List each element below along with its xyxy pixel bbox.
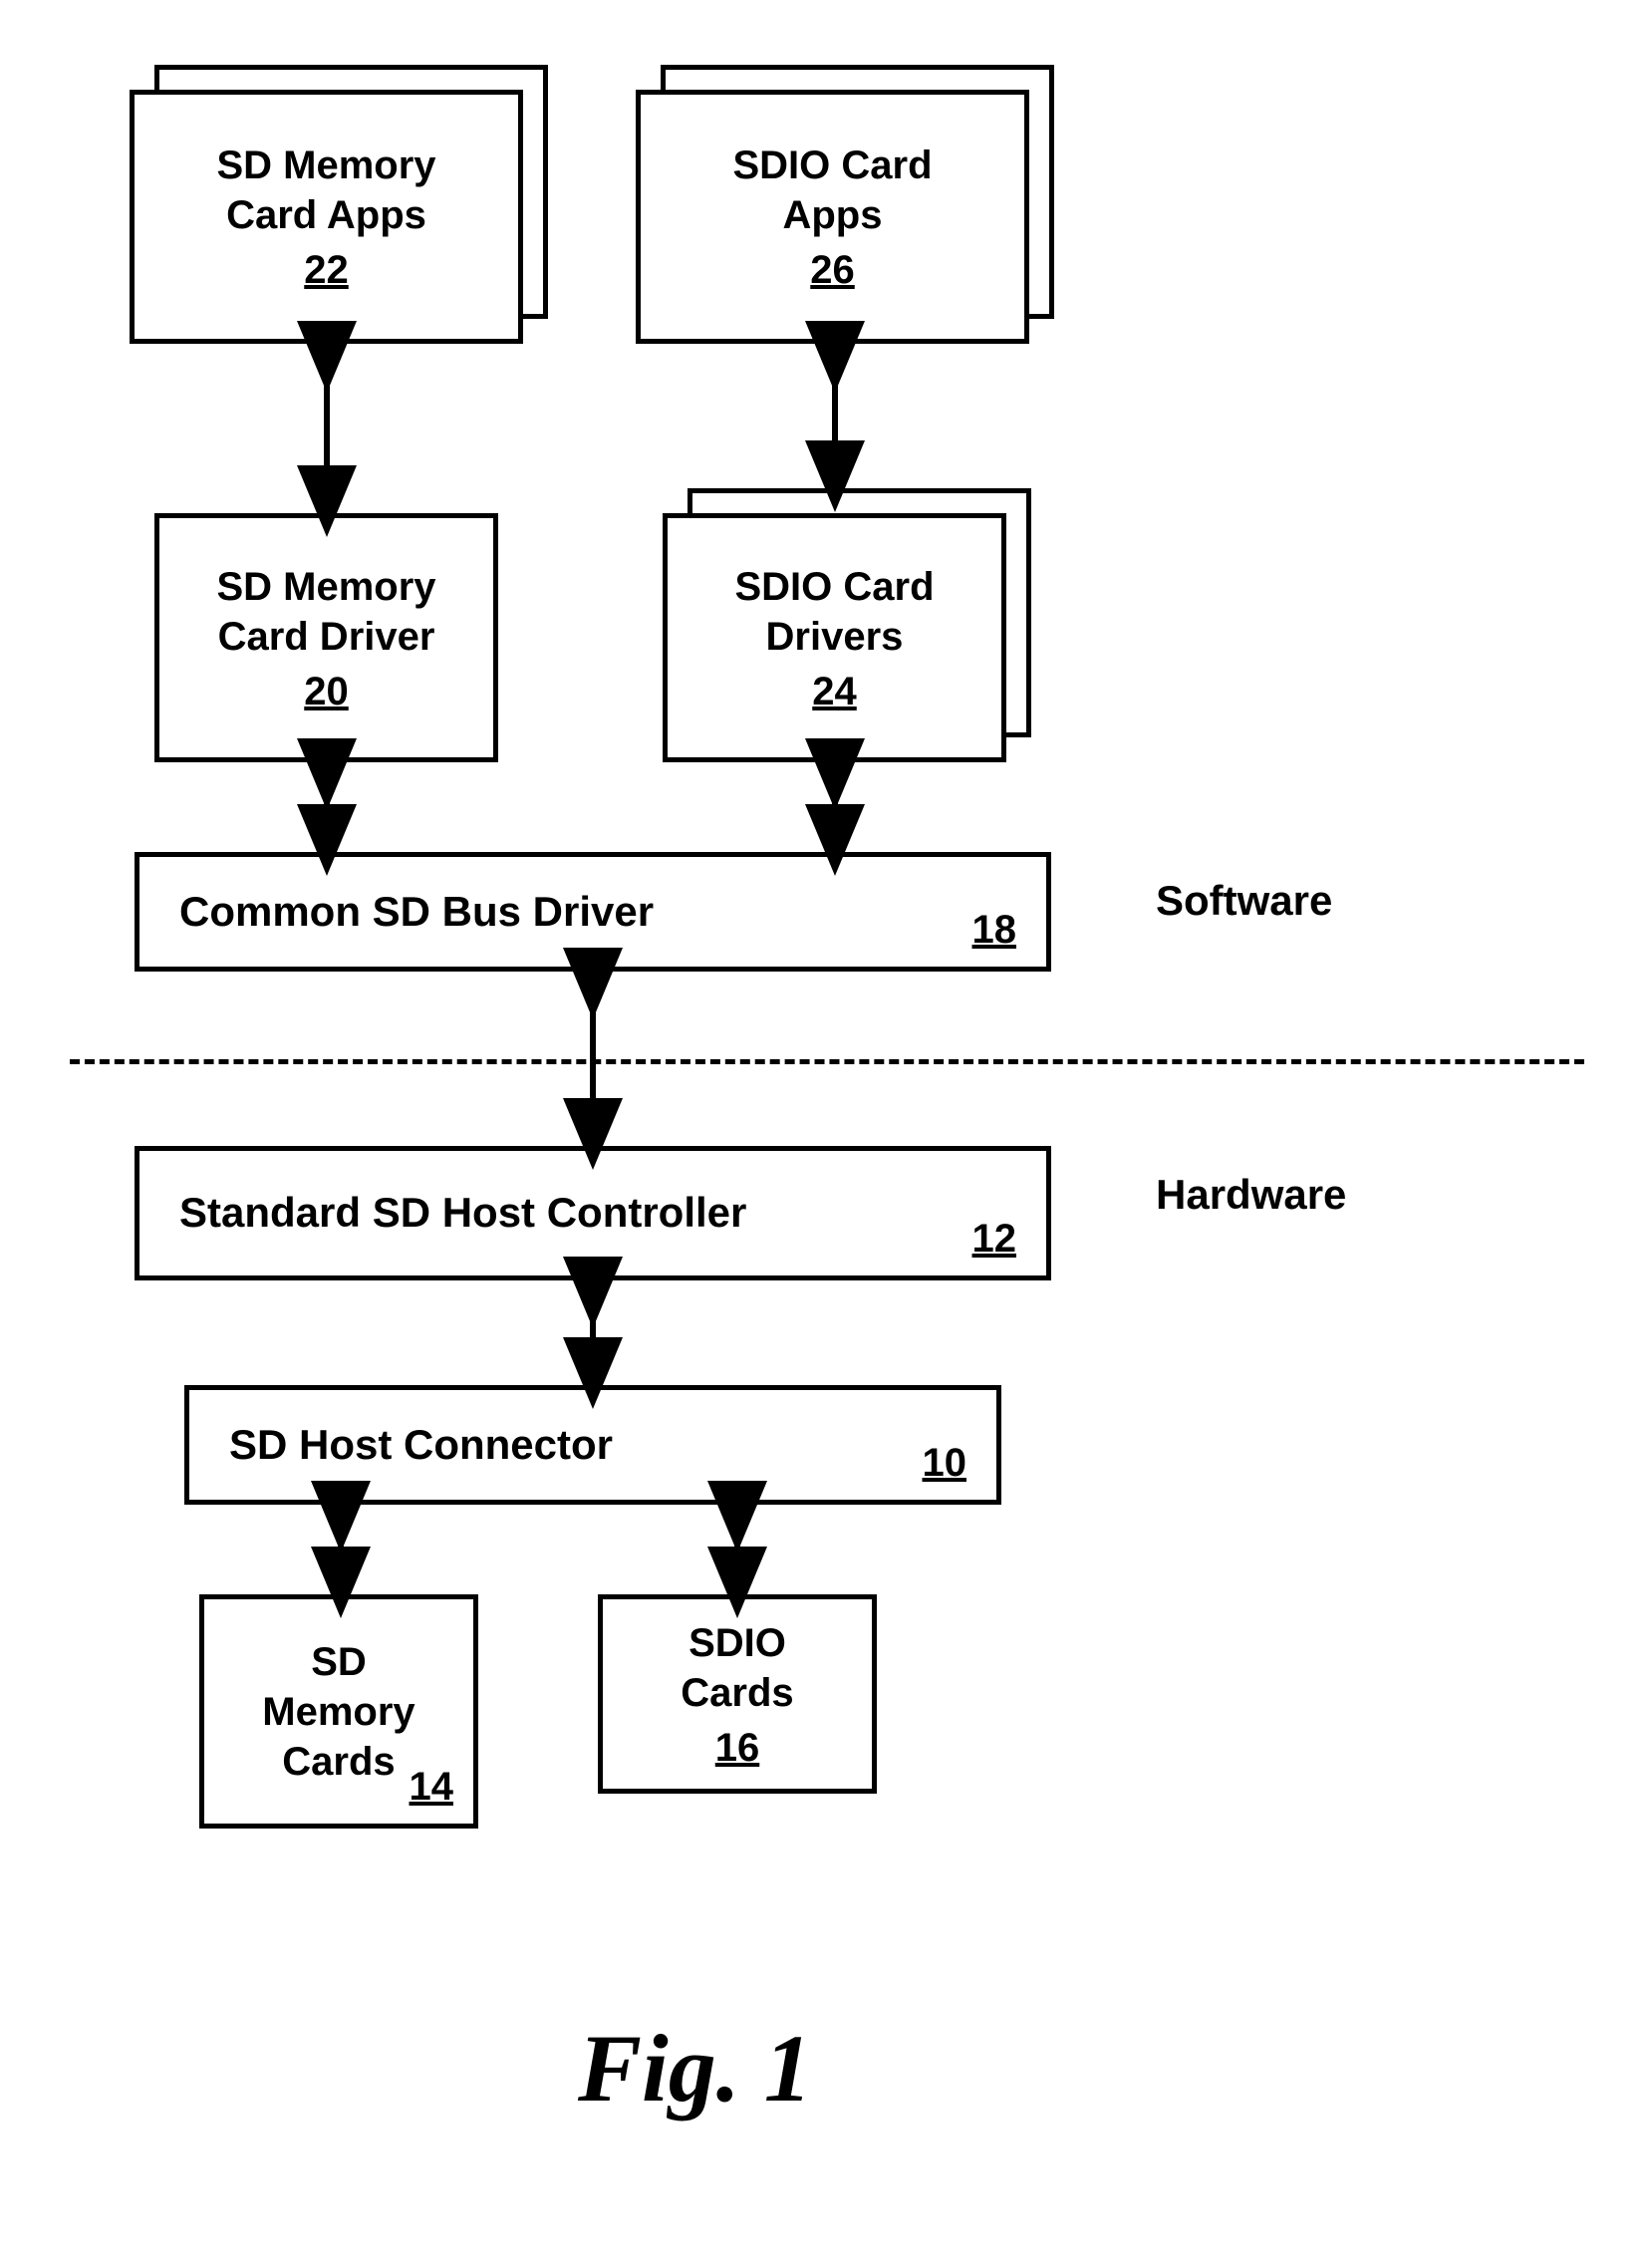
sdio-drivers-box: SDIO Card Drivers 24 (663, 513, 1006, 762)
sd-mem-apps-box: SD Memory Card Apps 22 (130, 90, 523, 344)
sd-cards-box: SD Memory Cards 14 (199, 1594, 478, 1829)
host-conn-box: SD Host Connector 10 (184, 1385, 1001, 1505)
diagram-canvas: SD Memory Card Apps 22 SDIO Card Apps 26… (0, 0, 1652, 2259)
hardware-label: Hardware (1156, 1171, 1346, 1219)
sdio-cards-num: 16 (715, 1726, 760, 1771)
sdio-apps-title: SDIO Card Apps (732, 141, 932, 240)
figure-caption: Fig. 1 (578, 2013, 812, 2123)
host-conn-title: SD Host Connector (229, 1419, 613, 1472)
sd-mem-driver-num: 20 (304, 670, 349, 714)
sdio-apps-box: SDIO Card Apps 26 (636, 90, 1029, 344)
bus-driver-title: Common SD Bus Driver (179, 886, 654, 939)
sdio-cards-box: SDIO Cards 16 (598, 1594, 877, 1794)
sdio-apps-num: 26 (810, 248, 855, 293)
host-ctrl-num: 12 (972, 1217, 1017, 1262)
sdio-drivers-title: SDIO Card Drivers (734, 562, 934, 662)
host-ctrl-box: Standard SD Host Controller 12 (135, 1146, 1051, 1280)
sdio-cards-title: SDIO Cards (681, 1618, 793, 1718)
host-conn-num: 10 (923, 1441, 967, 1486)
bus-driver-box: Common SD Bus Driver 18 (135, 852, 1051, 972)
sd-mem-apps-num: 22 (304, 248, 349, 293)
software-label: Software (1156, 877, 1332, 925)
host-ctrl-title: Standard SD Host Controller (179, 1187, 746, 1240)
bus-driver-num: 18 (972, 908, 1017, 953)
sd-cards-num: 14 (410, 1765, 454, 1810)
sdio-drivers-num: 24 (812, 670, 857, 714)
sd-mem-driver-title: SD Memory Card Driver (216, 562, 435, 662)
sd-mem-apps-title: SD Memory Card Apps (216, 141, 435, 240)
sd-mem-driver-box: SD Memory Card Driver 20 (154, 513, 498, 762)
sd-cards-title: SD Memory Cards (262, 1637, 414, 1787)
hw-sw-divider (70, 1059, 1584, 1064)
